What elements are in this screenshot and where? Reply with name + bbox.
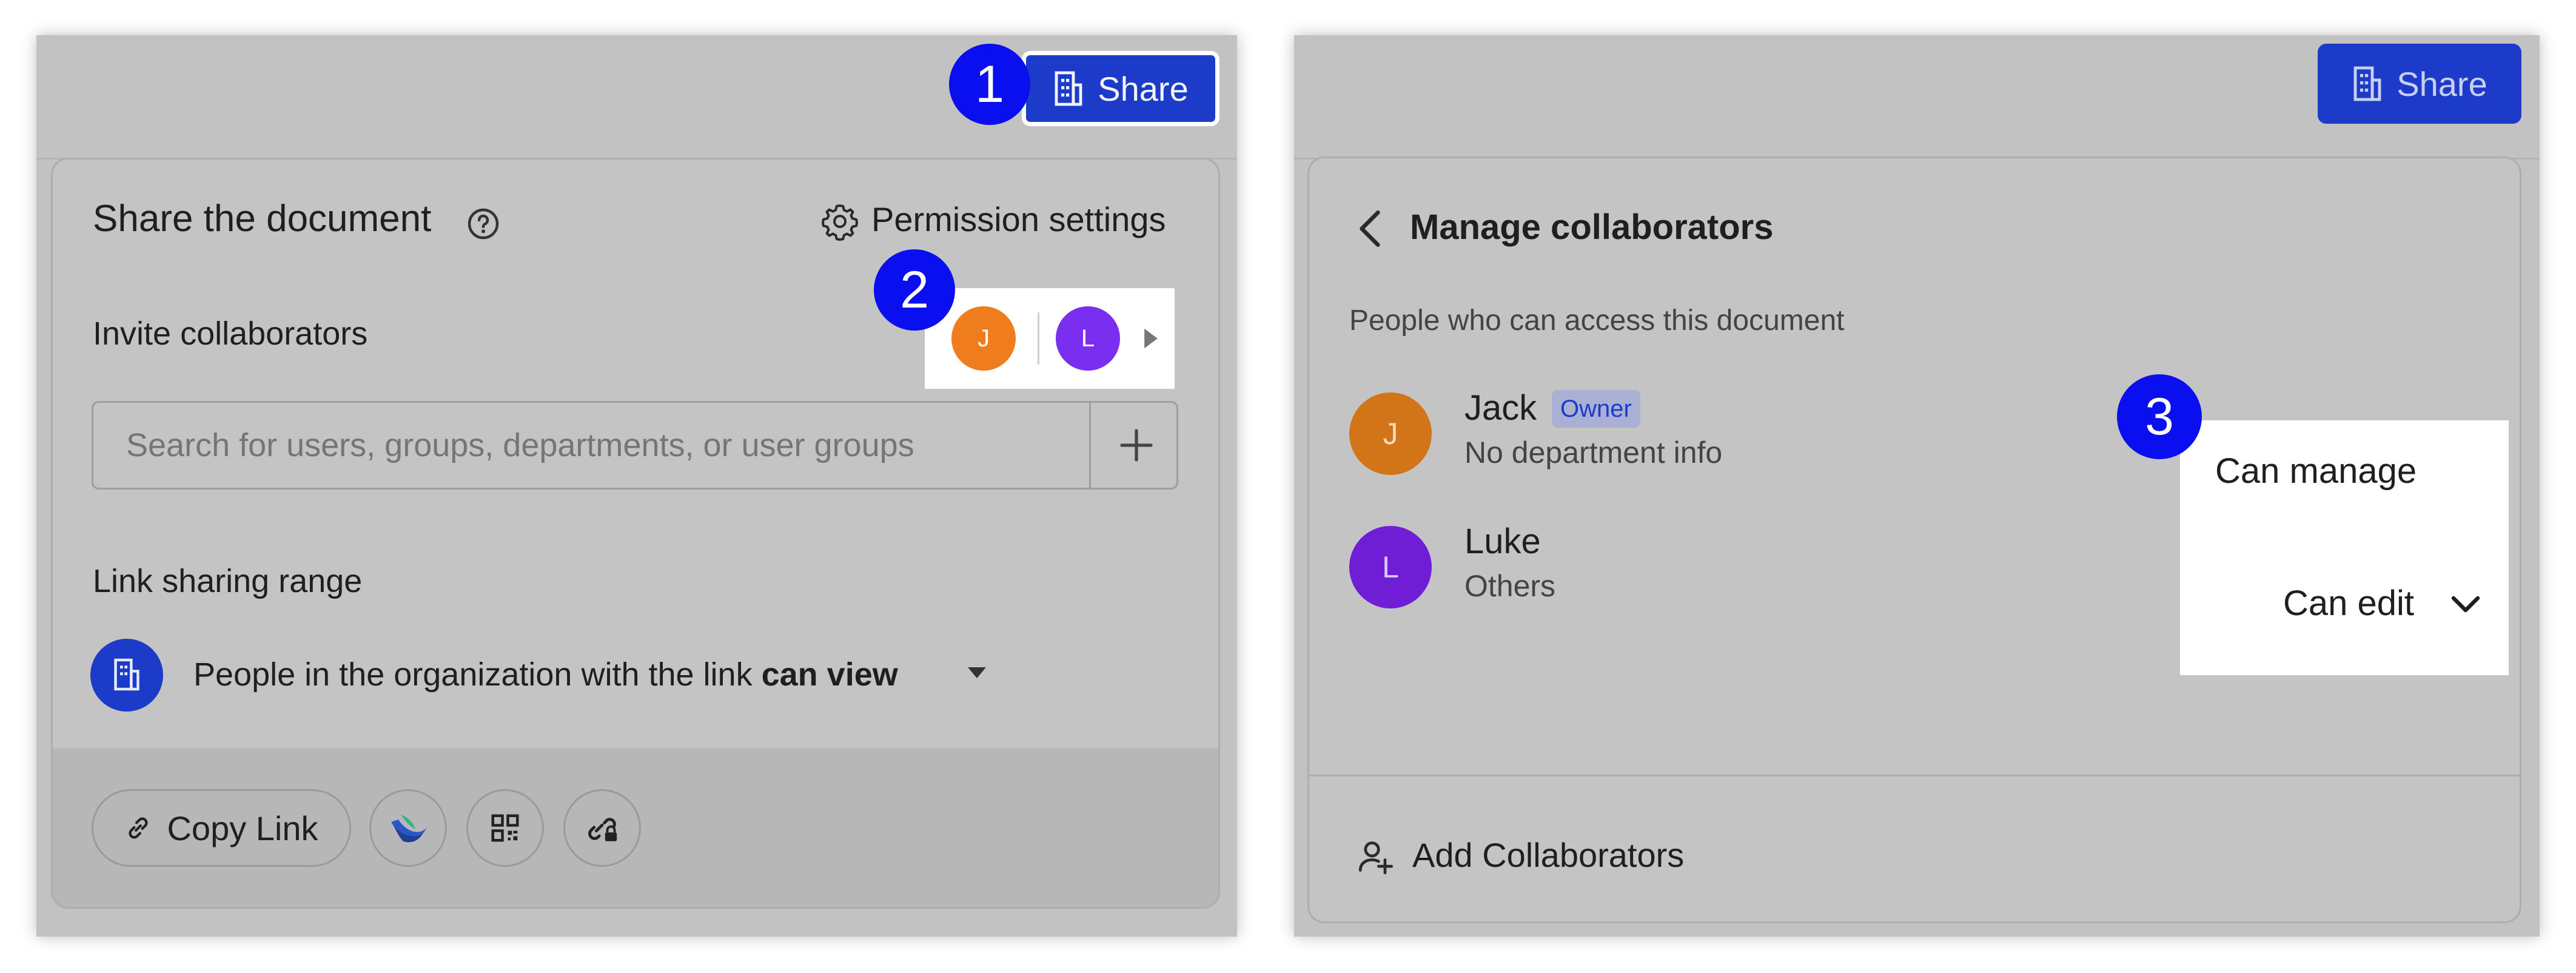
avatar-luke: L	[1349, 526, 1432, 608]
step-marker-1: 1	[949, 44, 1030, 125]
chevron-left-icon[interactable]	[1358, 208, 1382, 249]
dialog-footer: Copy Link	[53, 748, 1218, 907]
plus-icon[interactable]	[1118, 427, 1155, 463]
share-button[interactable]: Share	[1022, 51, 1219, 126]
access-label: People who can access this document	[1349, 305, 1845, 337]
building-icon	[114, 658, 139, 691]
chevron-down-icon	[2451, 596, 2480, 613]
copy-link-button[interactable]: Copy Link	[92, 789, 351, 867]
step-marker-2: 2	[874, 249, 955, 331]
manage-collaborators-panel: Share Manage collaborators People who ca…	[1294, 35, 2540, 937]
list-item: J Jack Owner No department info	[1309, 383, 2098, 486]
dialog-title: Manage collaborators	[1410, 207, 1774, 247]
link-sharing-range-label: Link sharing range	[93, 563, 363, 599]
link-permission-value: can view	[761, 656, 898, 693]
avatar-jack: J	[1349, 392, 1432, 475]
step-marker-3: 3	[2117, 374, 2202, 459]
gear-icon[interactable]	[820, 202, 859, 241]
collaborator-name: Jack	[1464, 388, 1537, 428]
share-panel: Share 1 Share the document Permission se…	[36, 35, 1237, 937]
permission-can-edit: Can edit	[2283, 584, 2415, 623]
avatar-jack[interactable]: J	[951, 306, 1016, 371]
permission-dropdown[interactable]: Can edit	[2283, 583, 2495, 631]
permission-can-manage[interactable]: Can manage	[2215, 451, 2417, 491]
share-to-lark-button[interactable]	[369, 789, 447, 867]
search-divider	[1089, 403, 1091, 488]
collaborator-avatars[interactable]: J L	[925, 288, 1175, 389]
avatar-luke[interactable]: L	[1056, 306, 1120, 371]
link-sharing-text: People in the organization with the link	[193, 656, 753, 693]
link-icon	[129, 817, 148, 839]
add-collaborators-label: Add Collaborators	[1412, 836, 1685, 874]
qr-code-button[interactable]	[466, 789, 544, 867]
permission-highlight: Can manage Can edit	[2180, 420, 2509, 675]
collaborator-name: Luke	[1464, 522, 1541, 561]
building-icon	[2353, 66, 2381, 101]
manage-collaborators-dialog: Manage collaborators People who can acce…	[1307, 157, 2521, 923]
building-icon	[1055, 71, 1082, 106]
owner-badge: Owner	[1552, 390, 1640, 428]
collaborator-subtitle: Others	[1464, 569, 1556, 603]
link-permission-selector[interactable]: People in the organization with the link…	[193, 656, 898, 693]
qr-code-icon	[491, 814, 519, 842]
share-button[interactable]: Share	[2318, 44, 2521, 124]
org-icon-circle	[90, 639, 163, 712]
link-lock-icon	[588, 818, 617, 841]
add-collaborators-button[interactable]: Add Collaborators	[1358, 832, 1734, 880]
lark-icon	[391, 815, 428, 843]
share-button-label: Share	[1098, 69, 1189, 108]
invite-collaborators-label: Invite collaborators	[93, 315, 368, 352]
caret-down-icon[interactable]	[966, 665, 988, 680]
list-item: L Luke Others	[1309, 516, 2098, 619]
permission-settings-link[interactable]: Permission settings	[871, 200, 1166, 239]
search-input[interactable]	[93, 403, 1088, 488]
search-input-wrapper	[92, 401, 1178, 490]
add-user-icon	[1358, 841, 1394, 874]
question-circle-icon[interactable]	[466, 207, 500, 241]
avatar-divider	[1038, 312, 1039, 365]
copy-link-label: Copy Link	[167, 809, 318, 847]
link-lock-button[interactable]	[563, 789, 641, 867]
caret-right-icon[interactable]	[1142, 327, 1160, 350]
share-button-label: Share	[2397, 64, 2487, 103]
collaborator-subtitle: No department info	[1464, 436, 1723, 470]
dialog-title: Share the document	[93, 198, 432, 240]
share-dialog: Share the document Permission settings I…	[51, 158, 1220, 909]
footer-divider	[1309, 775, 2520, 776]
